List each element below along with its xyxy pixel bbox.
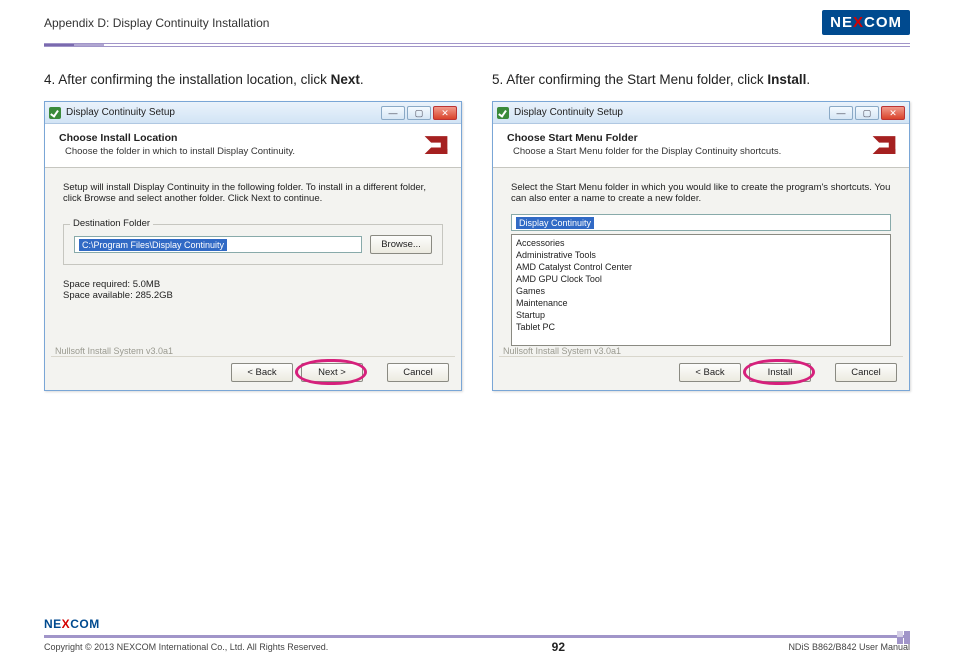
next-button[interactable]: Next > [301, 363, 363, 382]
page-number: 92 [552, 640, 565, 654]
list-item[interactable]: AMD Catalyst Control Center [516, 261, 886, 273]
group-label: Destination Folder [70, 218, 153, 229]
destination-path-input[interactable]: C:\Program Files\Display Continuity [74, 236, 362, 253]
list-item[interactable]: AMD GPU Clock Tool [516, 273, 886, 285]
panel-subheading: Choose the folder in which to install Di… [65, 146, 447, 157]
browse-button[interactable]: Browse... [370, 235, 432, 254]
nsis-version: Nullsoft Install System v3.0a1 [503, 346, 621, 356]
maximize-button[interactable]: ▢ [407, 106, 431, 120]
section-title: Appendix D: Display Continuity Installat… [44, 16, 269, 30]
installer-window-location: Display Continuity Setup — ▢ ✕ Choose In… [44, 101, 462, 391]
footer-ornament-icon [897, 631, 910, 644]
divider [499, 356, 903, 357]
startmenu-folder-list[interactable]: AccessoriesAdministrative ToolsAMD Catal… [511, 234, 891, 346]
list-item[interactable]: Tablet PC [516, 321, 886, 333]
app-icon [497, 107, 509, 119]
list-item[interactable]: Administrative Tools [516, 249, 886, 261]
amd-logo-icon [871, 134, 897, 159]
space-required: Space required: 5.0MB [63, 279, 443, 290]
divider [51, 356, 455, 357]
minimize-button[interactable]: — [381, 106, 405, 120]
cancel-button[interactable]: Cancel [835, 363, 897, 382]
amd-logo-icon [423, 134, 449, 159]
window-title: Display Continuity Setup [66, 107, 175, 118]
list-item[interactable]: Maintenance [516, 297, 886, 309]
titlebar: Display Continuity Setup — ▢ ✕ [493, 102, 909, 124]
space-available: Space available: 285.2GB [63, 290, 443, 301]
list-item[interactable]: Startup [516, 309, 886, 321]
close-button[interactable]: ✕ [433, 106, 457, 120]
step-4-text: 4. After confirming the installation loc… [44, 72, 462, 87]
step-5-text: 5. After confirming the Start Menu folde… [492, 72, 910, 87]
titlebar: Display Continuity Setup — ▢ ✕ [45, 102, 461, 124]
cancel-button[interactable]: Cancel [387, 363, 449, 382]
footer-rule [44, 635, 910, 638]
destination-folder-group: Destination Folder C:\Program Files\Disp… [63, 224, 443, 265]
list-item[interactable]: Games [516, 285, 886, 297]
footer-logo: NEXCOM [44, 617, 100, 631]
minimize-button[interactable]: — [829, 106, 853, 120]
installer-window-startmenu: Display Continuity Setup — ▢ ✕ Choose St… [492, 101, 910, 391]
body-instructions: Setup will install Display Continuity in… [63, 182, 443, 204]
panel-subheading: Choose a Start Menu folder for the Displ… [513, 146, 895, 157]
body-instructions: Select the Start Menu folder in which yo… [511, 182, 891, 204]
install-button[interactable]: Install [749, 363, 811, 382]
brand-logo: NEXCOM [822, 10, 910, 35]
list-item[interactable]: Accessories [516, 237, 886, 249]
startmenu-folder-input[interactable]: Display Continuity [511, 214, 891, 231]
panel-heading: Choose Install Location [59, 132, 447, 144]
close-button[interactable]: ✕ [881, 106, 905, 120]
header-rule [44, 43, 910, 47]
back-button[interactable]: < Back [679, 363, 741, 382]
nsis-version: Nullsoft Install System v3.0a1 [55, 346, 173, 356]
window-title: Display Continuity Setup [514, 107, 623, 118]
maximize-button[interactable]: ▢ [855, 106, 879, 120]
panel-heading: Choose Start Menu Folder [507, 132, 895, 144]
copyright-text: Copyright © 2013 NEXCOM International Co… [44, 642, 328, 652]
doc-reference: NDiS B862/B842 User Manual [788, 642, 910, 652]
back-button[interactable]: < Back [231, 363, 293, 382]
app-icon [49, 107, 61, 119]
